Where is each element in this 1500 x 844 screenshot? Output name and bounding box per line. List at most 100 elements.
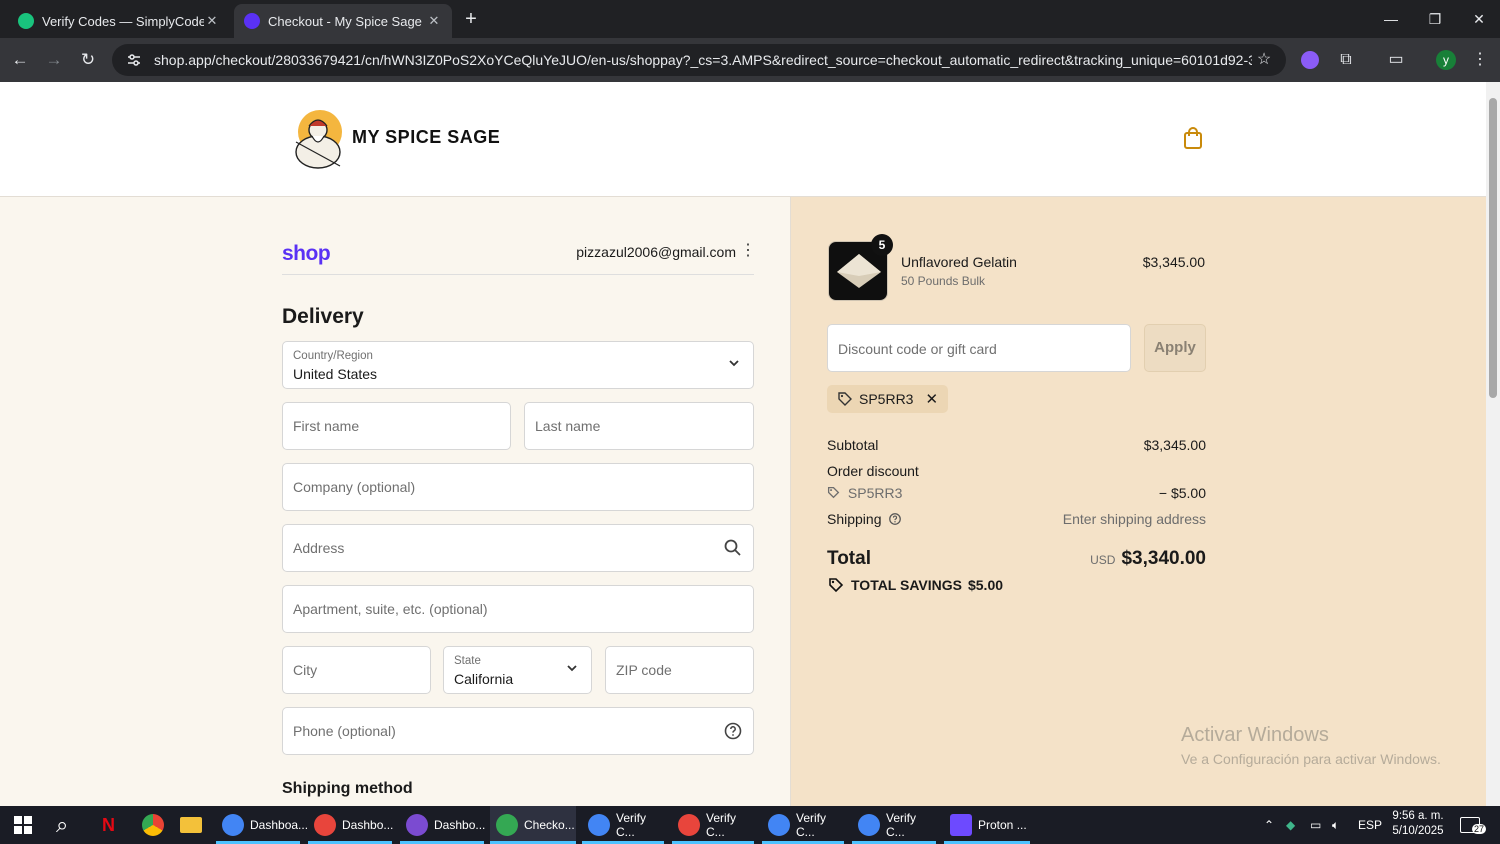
shipping-method-heading: Shipping method <box>282 780 413 797</box>
taskbar-app[interactable]: Dashbo... <box>308 806 393 844</box>
zip-field[interactable]: ZIP code <box>605 646 754 694</box>
taskbar-app[interactable]: Verify C... <box>852 806 936 844</box>
language-indicator[interactable]: ESP <box>1358 806 1384 844</box>
tab-title: Checkout - My Spice Sage <box>268 13 422 29</box>
simplycodes-favicon-icon <box>18 13 34 29</box>
start-button[interactable] <box>12 806 34 844</box>
city-placeholder: City <box>293 662 318 678</box>
tab-title: Verify Codes — SimplyCodes <box>42 13 204 29</box>
subtotal-row: Subtotal $3,345.00 <box>827 437 1206 453</box>
taskbar-app[interactable]: Verify C... <box>582 806 664 844</box>
company-field[interactable]: Company (optional) <box>282 463 754 511</box>
netflix-icon[interactable]: N <box>102 806 124 844</box>
first-name-field[interactable]: First name <box>282 402 511 450</box>
file-explorer-icon[interactable] <box>180 806 204 844</box>
help-circle-icon[interactable] <box>723 721 743 741</box>
shopping-bag-icon[interactable] <box>1182 126 1204 150</box>
last-name-field[interactable]: Last name <box>524 402 754 450</box>
shop-pay-logo: shop <box>282 242 331 265</box>
phone-field[interactable]: Phone (optional) <box>282 707 754 755</box>
account-menu-icon[interactable]: ⋮ <box>740 241 756 261</box>
account-email: pizzazul2006@gmail.com <box>576 244 736 260</box>
total-savings: TOTAL SAVINGS $5.00 <box>827 577 1009 593</box>
help-circle-icon[interactable] <box>888 512 902 526</box>
address-field[interactable]: Address <box>282 524 754 572</box>
chevron-down-icon <box>567 665 577 672</box>
tag-icon <box>838 392 852 406</box>
forward-button[interactable]: → <box>42 48 66 72</box>
country-select[interactable]: Country/Region United States <box>282 341 754 389</box>
search-icon[interactable]: ⌕ <box>56 806 80 844</box>
state-select[interactable]: State California <box>443 646 592 694</box>
store-name[interactable]: MY SPICE SAGE <box>352 127 500 148</box>
taskbar-app[interactable]: Verify C... <box>762 806 844 844</box>
chevron-up-icon[interactable]: ⌃ <box>1264 806 1280 844</box>
apartment-field[interactable]: Apartment, suite, etc. (optional) <box>282 585 754 633</box>
page-scrollbar[interactable] <box>1486 82 1500 806</box>
browser-toolbar: ← → ↻ shop.app/checkout/28033679421/cn/h… <box>0 38 1500 82</box>
taskbar-app[interactable]: Proton ... <box>944 806 1030 844</box>
back-button[interactable]: ← <box>8 48 32 72</box>
total-currency: USD <box>1090 553 1116 567</box>
discount-placeholder: Discount code or gift card <box>838 341 997 357</box>
bookmark-star-icon[interactable]: ☆ <box>1252 48 1276 72</box>
product-variant: 50 Pounds Bulk <box>901 274 986 288</box>
store-header: MY SPICE SAGE <box>0 82 1486 197</box>
close-window-button[interactable]: ✕ <box>1464 6 1494 32</box>
taskbar-app[interactable]: Dashbo... <box>400 806 485 844</box>
savings-label: TOTAL SAVINGS <box>851 577 962 593</box>
apartment-placeholder: Apartment, suite, etc. (optional) <box>293 601 488 617</box>
company-placeholder: Company (optional) <box>293 479 416 495</box>
clock-date: 5/10/2025 <box>1392 825 1444 837</box>
search-icon <box>724 539 741 556</box>
zip-placeholder: ZIP code <box>616 662 672 678</box>
tab-simplycodes[interactable]: Verify Codes — SimplyCodes ✕ <box>8 4 230 38</box>
activation-watermark-text: Ve a Configuración para activar Windows. <box>1181 751 1441 767</box>
apply-button[interactable]: Apply <box>1144 324 1206 372</box>
site-info-icon[interactable] <box>126 52 142 68</box>
browser-menu-icon[interactable]: ⋮ <box>1468 48 1492 72</box>
delivery-column: shop pizzazul2006@gmail.com ⋮ Delivery C… <box>0 197 790 806</box>
country-label: Country/Region <box>293 350 373 362</box>
restore-button[interactable]: ❐ <box>1420 6 1450 32</box>
clock-time: 9:56 a. m. <box>1392 810 1444 822</box>
system-clock[interactable]: 9:56 a. m. 5/10/2025 <box>1390 809 1446 839</box>
notifications-button[interactable]: 27 <box>1460 806 1488 844</box>
network-icon[interactable]: ▭ <box>1310 806 1328 844</box>
applied-code: SP5RR3 <box>859 391 914 407</box>
taskbar-app[interactable]: Verify C... <box>672 806 754 844</box>
scrollbar-thumb[interactable] <box>1489 98 1497 398</box>
vpn-shield-icon[interactable]: ◆ <box>1286 806 1304 844</box>
total-value: $3,340.00 <box>1121 548 1206 569</box>
address-bar[interactable]: shop.app/checkout/28033679421/cn/hWN3IZ0… <box>112 44 1286 76</box>
activation-watermark-title: Activar Windows <box>1181 724 1329 746</box>
discount-code-input[interactable]: Discount code or gift card <box>827 324 1131 372</box>
url-text[interactable]: shop.app/checkout/28033679421/cn/hWN3IZ0… <box>154 52 1252 68</box>
windows-logo-icon <box>14 816 32 834</box>
applied-discount-chip: SP5RR3 ✕ <box>827 385 949 413</box>
taskbar-app[interactable]: Dashboa... <box>216 806 308 844</box>
profile-avatar[interactable]: y <box>1434 48 1458 72</box>
minimize-button[interactable]: — <box>1376 6 1406 32</box>
close-tab-icon[interactable]: ✕ <box>204 13 220 29</box>
extension-icon[interactable] <box>1298 48 1322 72</box>
close-tab-icon[interactable]: ✕ <box>426 13 442 29</box>
subtotal-value: $3,345.00 <box>1143 437 1206 453</box>
spice-sage-logo-icon[interactable] <box>288 108 348 170</box>
state-value: California <box>454 671 514 687</box>
taskbar-app-active[interactable]: Checko... <box>490 806 576 844</box>
tab-search-icon[interactable]: ▭ <box>1384 48 1408 72</box>
new-tab-button[interactable]: + <box>460 8 482 30</box>
state-label: State <box>454 655 481 667</box>
savings-value: $5.00 <box>967 577 1004 593</box>
checkout-page: MY SPICE SAGE shop pizzazul2006@gmail.co… <box>0 82 1486 806</box>
reload-button[interactable]: ↻ <box>76 48 100 72</box>
remove-discount-icon[interactable]: ✕ <box>925 390 938 408</box>
tab-checkout[interactable]: Checkout - My Spice Sage ✕ <box>234 4 452 38</box>
chrome-icon[interactable] <box>142 806 166 844</box>
volume-icon[interactable]: 🔈︎ <box>1332 806 1350 844</box>
city-field[interactable]: City <box>282 646 431 694</box>
extensions-puzzle-icon[interactable]: ⧉ <box>1334 48 1358 72</box>
last-name-placeholder: Last name <box>535 418 601 434</box>
quantity-badge: 5 <box>871 234 893 256</box>
